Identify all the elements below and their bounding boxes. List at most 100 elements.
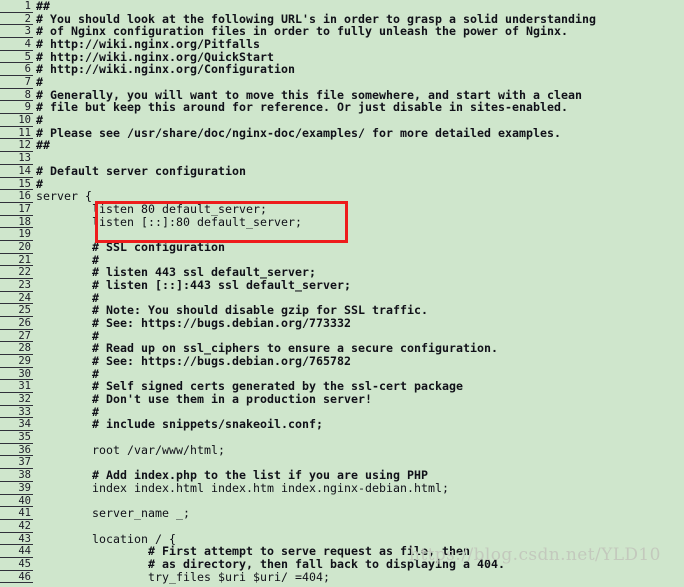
code-line[interactable]: 12 ##	[0, 138, 684, 153]
line-number: 30	[0, 368, 33, 381]
code-line[interactable]: 13	[0, 152, 684, 165]
code-line[interactable]: 11 # Please see /usr/share/doc/nginx-doc/…	[0, 127, 684, 140]
code-line-text: listen [::]:80 default_server;	[36, 214, 303, 229]
code-line[interactable]: 17 listen 80 default_server;	[0, 203, 684, 216]
code-line[interactable]: 39 index index.html index.htm index.ngin…	[0, 482, 684, 495]
line-number: 9	[0, 101, 33, 115]
code-line-text: #	[36, 75, 44, 90]
line-number: 35	[0, 431, 33, 444]
line-number: 36	[0, 444, 33, 457]
code-line-text: # listen [::]:443 ssl default_server;	[36, 277, 352, 292]
code-line[interactable]: 46 try_files $uri $uri/ =404;	[0, 569, 684, 584]
code-line-text: # SSL configuration	[36, 239, 226, 254]
code-line[interactable]: 7 #	[0, 76, 684, 89]
code-line-text: # include snippets/snakeoil.conf;	[36, 417, 324, 432]
line-number: 41	[0, 507, 33, 520]
code-line[interactable]: 19	[0, 228, 684, 241]
line-number: 38	[0, 469, 33, 482]
code-line[interactable]: 20 # SSL configuration	[0, 241, 684, 254]
line-number: 21	[0, 254, 33, 267]
line-number: 8	[0, 89, 33, 102]
code-line-text: server_name _;	[36, 506, 191, 521]
line-number: 24	[0, 292, 33, 305]
line-number: 29	[0, 355, 33, 368]
line-number: 11	[0, 127, 33, 140]
code-line-text: try_files $uri $uri/ =404;	[36, 569, 331, 584]
code-line-text: # Please see /usr/share/doc/nginx-doc/ex…	[36, 125, 562, 140]
code-line[interactable]: 42	[0, 520, 684, 533]
code-line[interactable]: 32 # Don't use them in a production serv…	[0, 393, 684, 406]
code-line-text: # http://wiki.nginx.org/Configuration	[36, 62, 296, 77]
line-number: 22	[0, 266, 33, 279]
code-line-text: index index.html index.htm index.nginx-d…	[36, 480, 450, 495]
code-line[interactable]: 35	[0, 431, 684, 444]
line-number: 14	[0, 165, 33, 178]
code-line[interactable]: 10 #	[0, 114, 684, 127]
code-line-text: root /var/www/html;	[36, 442, 226, 457]
code-line[interactable]: 38 # Add index.php to the list if you ar…	[0, 469, 684, 482]
line-number: 19	[0, 228, 33, 241]
line-number: 40	[0, 495, 33, 508]
code-line-text: # See: https://bugs.debian.org/773332	[36, 316, 352, 330]
code-line[interactable]: 26 # See: https://bugs.debian.org/773332	[0, 317, 684, 330]
code-line[interactable]: 4 # http://wiki.nginx.org/Pitfalls	[0, 38, 684, 51]
code-line-text: # Add index.php to the list if you are u…	[36, 468, 429, 483]
line-number: 23	[0, 279, 33, 292]
code-line[interactable]: 29 # See: https://bugs.debian.org/765782	[0, 355, 684, 368]
code-line[interactable]: 1 ##	[0, 0, 684, 13]
line-number: 34	[0, 418, 33, 432]
code-line[interactable]: 36 root /var/www/html;	[0, 444, 684, 457]
code-line-text: # Default server configuration	[36, 163, 247, 178]
line-number: 39	[0, 482, 33, 495]
line-number: 7	[0, 76, 33, 89]
line-number: 12	[0, 139, 33, 153]
line-number: 10	[0, 114, 33, 127]
line-number: 15	[0, 178, 33, 191]
code-line-text: server {	[36, 189, 93, 204]
line-number: 26	[0, 317, 33, 330]
code-line[interactable]: 9 # file but keep this around for referen…	[0, 100, 684, 115]
line-number: 42	[0, 520, 33, 533]
code-line-text: # file but keep this around for referenc…	[36, 100, 569, 115]
line-number: 25	[0, 304, 33, 317]
line-number: 2	[0, 13, 33, 26]
line-number: 4	[0, 38, 33, 51]
line-number: 16	[0, 190, 33, 203]
line-number: 31	[0, 380, 33, 394]
line-number: 18	[0, 216, 33, 229]
line-number: 17	[0, 203, 33, 216]
line-number: 32	[0, 393, 33, 406]
code-line-text: listen 80 default_server;	[36, 201, 268, 216]
code-line-text: # See: https://bugs.debian.org/765782	[36, 354, 352, 369]
watermark-text: https://blog.csdn.net/YLD10	[409, 545, 661, 565]
line-number: 44	[0, 545, 33, 558]
code-line-text: #	[36, 113, 44, 128]
code-line-text: # http://wiki.nginx.org/Pitfalls	[36, 37, 261, 52]
line-number: 27	[0, 330, 33, 343]
line-number: 6	[0, 63, 33, 77]
code-line-text: ##	[36, 0, 51, 13]
code-line[interactable]: 14 # Default server configuration	[0, 165, 684, 178]
line-number: 3	[0, 25, 33, 39]
line-number: 46	[0, 571, 33, 584]
line-number: 5	[0, 51, 33, 64]
line-number: 1	[0, 0, 33, 13]
code-line[interactable]: 18 listen [::]:80 default_server;	[0, 214, 684, 229]
line-number: 33	[0, 406, 33, 419]
line-number: 20	[0, 241, 33, 254]
code-line[interactable]: 34 # include snippets/snakeoil.conf;	[0, 417, 684, 432]
code-line-text: # First attempt to serve request as file…	[36, 544, 471, 559]
code-line[interactable]: 6 # http://wiki.nginx.org/Configuration	[0, 62, 684, 77]
code-line[interactable]: 41 server_name _;	[0, 507, 684, 520]
code-line[interactable]: 23 # listen [::]:443 ssl default_server;	[0, 279, 684, 292]
line-number: 37	[0, 456, 33, 470]
code-line-text: # Don't use them in a production server!	[36, 392, 373, 407]
line-number: 28	[0, 342, 33, 356]
code-editor-viewport: 1 ## 2 # You should look at the following U…	[0, 0, 684, 587]
line-number: 45	[0, 558, 33, 571]
line-number: 13	[0, 152, 33, 165]
line-number: 43	[0, 533, 33, 546]
code-line-text: ##	[36, 138, 51, 153]
code-line[interactable]: 15 #	[0, 177, 684, 191]
code-line[interactable]: 16 server {	[0, 190, 684, 203]
